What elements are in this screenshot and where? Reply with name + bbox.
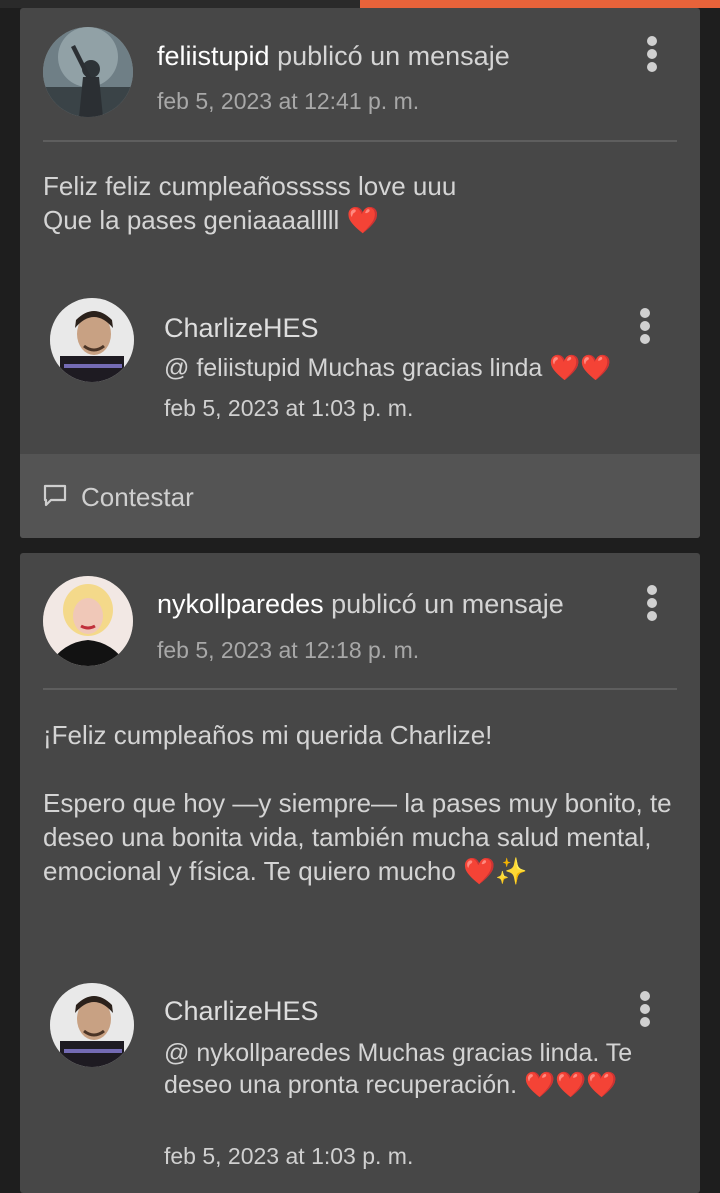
author-username[interactable]: feliistupid	[157, 41, 270, 71]
post-action-text: publicó un mensaje	[269, 41, 510, 71]
more-options-icon[interactable]	[640, 585, 664, 625]
post-timestamp: feb 5, 2023 at 12:41 p. m.	[157, 88, 420, 114]
divider	[43, 140, 677, 142]
reply-timestamp: feb 5, 2023 at 1:03 p. m.	[164, 1143, 414, 1169]
author-avatar[interactable]	[43, 576, 133, 666]
active-tab-indicator	[360, 0, 720, 8]
post-body: Feliz feliz cumpleañosssss love uuu Que …	[43, 171, 457, 235]
author-username[interactable]: nykollparedes	[157, 589, 324, 619]
reply-timestamp: feb 5, 2023 at 1:03 p. m.	[164, 395, 414, 421]
post-author-line: nykollparedes publicó un mensaje	[157, 589, 564, 620]
post-card: nykollparedes publicó un mensaje feb 5, …	[20, 553, 700, 1193]
reply-button-label: Contestar	[81, 482, 194, 512]
author-avatar[interactable]	[43, 27, 133, 117]
reply-more-options-icon[interactable]	[633, 308, 657, 348]
reply-text: @ feliistupid Muchas gracias linda ❤️❤️	[164, 354, 612, 382]
speech-bubble-icon	[43, 484, 67, 507]
post-body: ¡Feliz cumpleaños mi querida Charlize! E…	[43, 720, 672, 886]
post-card: feliistupid publicó un mensaje feb 5, 20…	[20, 8, 700, 538]
reply-author-avatar[interactable]	[50, 983, 134, 1067]
divider	[43, 688, 677, 690]
post-timestamp: feb 5, 2023 at 12:18 p. m.	[157, 637, 420, 663]
reply-author-avatar[interactable]	[50, 298, 134, 382]
reply-text: @ nykollparedes Muchas gracias linda. Te…	[164, 1039, 633, 1099]
reply-author-name[interactable]: CharlizeHES	[164, 996, 319, 1027]
reply-button[interactable]: Contestar	[20, 454, 700, 538]
more-options-icon[interactable]	[640, 36, 664, 76]
post-author-line: feliistupid publicó un mensaje	[157, 41, 510, 72]
reply-more-options-icon[interactable]	[633, 991, 657, 1031]
post-action-text: publicó un mensaje	[323, 589, 564, 619]
reply-author-name[interactable]: CharlizeHES	[164, 313, 319, 344]
top-bar	[0, 0, 720, 8]
